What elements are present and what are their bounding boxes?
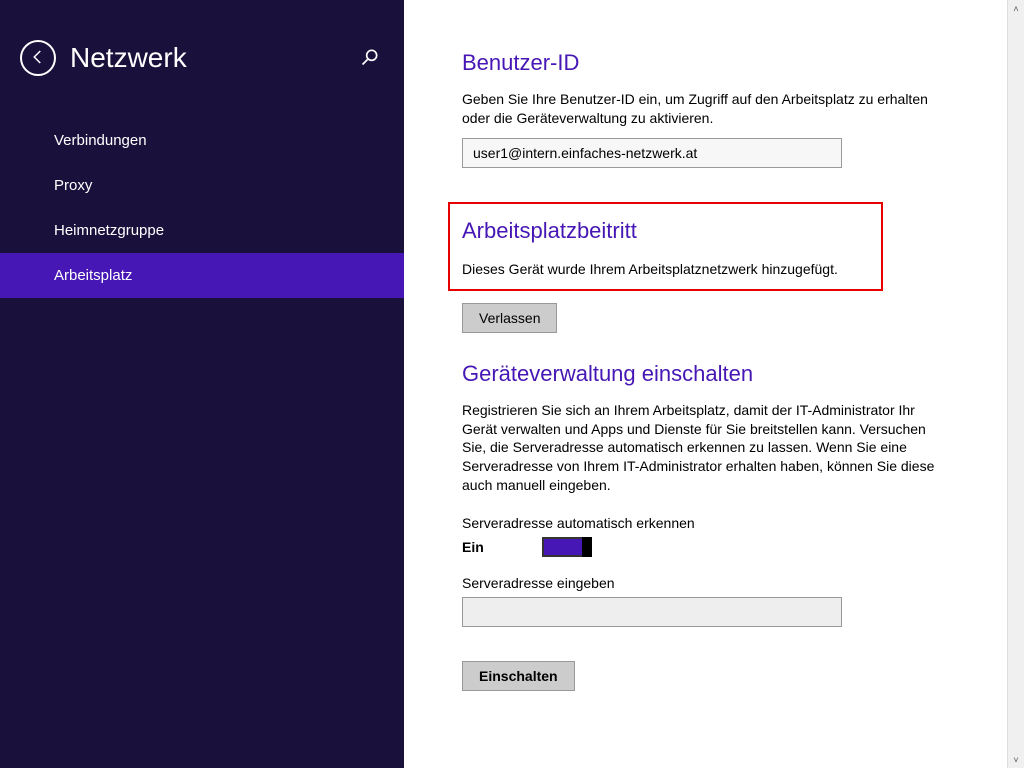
- userid-heading: Benutzer-ID: [462, 50, 984, 76]
- auto-detect-row: Ein: [462, 537, 984, 557]
- header-left: Netzwerk: [20, 40, 187, 76]
- settings-sidebar: Netzwerk Verbindungen Proxy Heimnetzgrup…: [0, 0, 404, 768]
- sidebar-header: Netzwerk: [0, 0, 404, 106]
- workplace-heading: Arbeitsplatzbeitritt: [462, 218, 869, 244]
- section-userid: Benutzer-ID Geben Sie Ihre Benutzer-ID e…: [462, 50, 984, 168]
- page-title: Netzwerk: [70, 42, 187, 74]
- sidebar-item-heimnetzgruppe[interactable]: Heimnetzgruppe: [0, 208, 404, 253]
- server-address-label: Serveradresse eingeben: [462, 575, 984, 591]
- workplace-description: Dieses Gerät wurde Ihrem Arbeitsplatznet…: [462, 260, 869, 279]
- toggle-state-label: Ein: [462, 539, 542, 555]
- userid-input[interactable]: [462, 138, 842, 168]
- sidebar-nav: Verbindungen Proxy Heimnetzgruppe Arbeit…: [0, 118, 404, 298]
- auto-detect-toggle[interactable]: [542, 537, 592, 557]
- scroll-up-button[interactable]: ˄: [1008, 0, 1024, 17]
- sidebar-item-proxy[interactable]: Proxy: [0, 163, 404, 208]
- section-device: Geräteverwaltung einschalten Registriere…: [462, 361, 984, 691]
- sidebar-item-verbindungen[interactable]: Verbindungen: [0, 118, 404, 163]
- auto-detect-label: Serveradresse automatisch erkennen: [462, 515, 984, 531]
- search-button[interactable]: [360, 47, 380, 70]
- leave-button[interactable]: Verlassen: [462, 303, 557, 333]
- userid-description: Geben Sie Ihre Benutzer-ID ein, um Zugri…: [462, 90, 942, 128]
- server-address-input[interactable]: [462, 597, 842, 627]
- chevron-down-icon: ˅: [1013, 755, 1018, 765]
- main-content: Benutzer-ID Geben Sie Ihre Benutzer-ID e…: [404, 0, 1024, 768]
- device-description: Registrieren Sie sich an Ihrem Arbeitspl…: [462, 401, 942, 495]
- enable-button[interactable]: Einschalten: [462, 661, 575, 691]
- search-icon: [360, 54, 380, 70]
- vertical-scrollbar[interactable]: ˄ ˅: [1007, 0, 1024, 768]
- section-workplace: Arbeitsplatzbeitritt Dieses Gerät wurde …: [462, 202, 984, 333]
- scroll-down-button[interactable]: ˅: [1008, 751, 1024, 768]
- back-button[interactable]: [20, 40, 56, 76]
- arrow-left-icon: [29, 48, 47, 69]
- toggle-knob: [582, 537, 592, 557]
- sidebar-item-arbeitsplatz[interactable]: Arbeitsplatz: [0, 253, 404, 298]
- device-heading: Geräteverwaltung einschalten: [462, 361, 984, 387]
- chevron-up-icon: ˄: [1013, 4, 1018, 14]
- workplace-highlight: Arbeitsplatzbeitritt Dieses Gerät wurde …: [448, 202, 883, 291]
